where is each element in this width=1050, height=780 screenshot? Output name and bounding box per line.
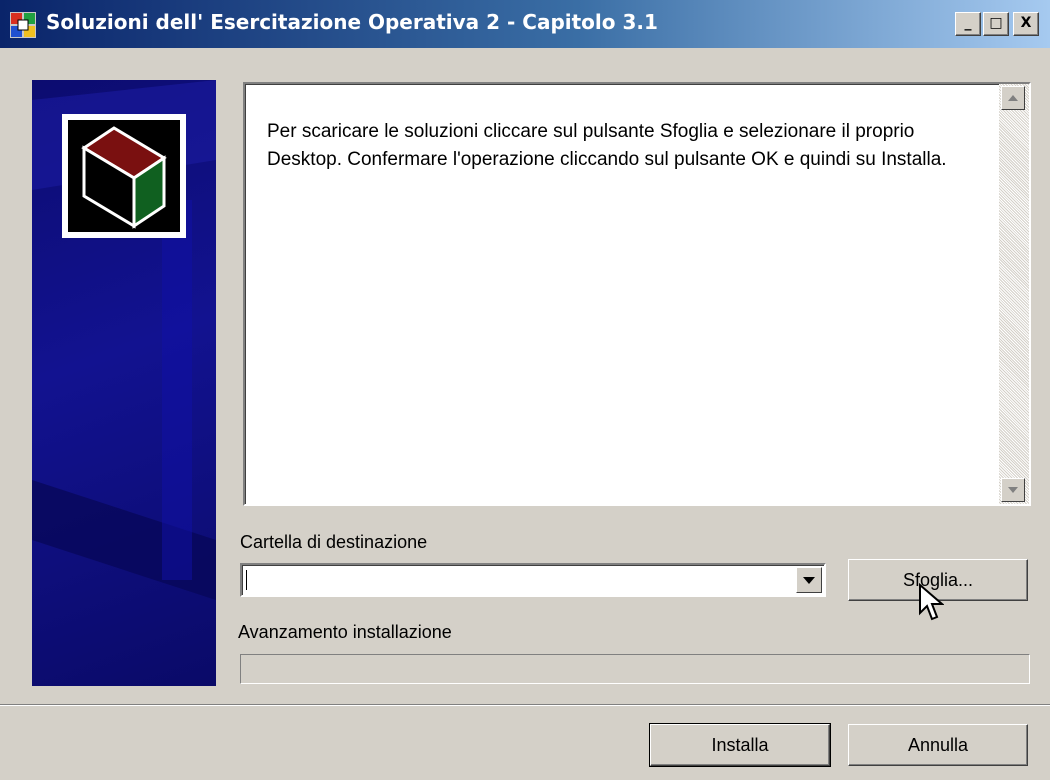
- installer-window: Soluzioni dell' Esercitazione Operativa …: [0, 0, 1050, 780]
- minimize-button[interactable]: _: [955, 12, 981, 36]
- title-bar[interactable]: Soluzioni dell' Esercitazione Operativa …: [0, 0, 1050, 48]
- scroll-down-button[interactable]: [1001, 478, 1025, 502]
- progress-label: Avanzamento installazione: [238, 622, 452, 642]
- install-button[interactable]: Installa: [649, 723, 831, 767]
- instructions-text: Per scaricare le soluzioni cliccare sul …: [267, 121, 947, 170]
- instructions-textarea[interactable]: Per scaricare le soluzioni cliccare sul …: [243, 82, 1031, 506]
- install-progress-bar: [240, 654, 1030, 684]
- window-title: Soluzioni dell' Esercitazione Operativa …: [46, 10, 658, 34]
- side-banner: [32, 80, 216, 686]
- scroll-up-button[interactable]: [1001, 86, 1025, 110]
- install-button-label: Installa: [711, 734, 769, 755]
- destination-combobox[interactable]: [240, 563, 826, 597]
- cancel-button[interactable]: Annulla: [848, 724, 1028, 766]
- close-button[interactable]: X: [1013, 12, 1039, 36]
- dropdown-button[interactable]: [796, 567, 822, 593]
- destination-label: Cartella di destinazione: [240, 532, 428, 552]
- footer-separator: [0, 704, 1050, 706]
- chevron-down-icon: [803, 576, 815, 584]
- maximize-button[interactable]: □: [983, 12, 1009, 36]
- arrow-up-icon: [1008, 95, 1018, 101]
- cancel-button-label: Annulla: [907, 734, 969, 755]
- arrow-down-icon: [1008, 487, 1018, 493]
- mouse-pointer-icon: [919, 583, 944, 621]
- box-package-icon: [62, 114, 186, 238]
- installer-app-icon: [10, 12, 36, 38]
- text-caret: [246, 570, 247, 590]
- vertical-scrollbar[interactable]: [999, 84, 1029, 504]
